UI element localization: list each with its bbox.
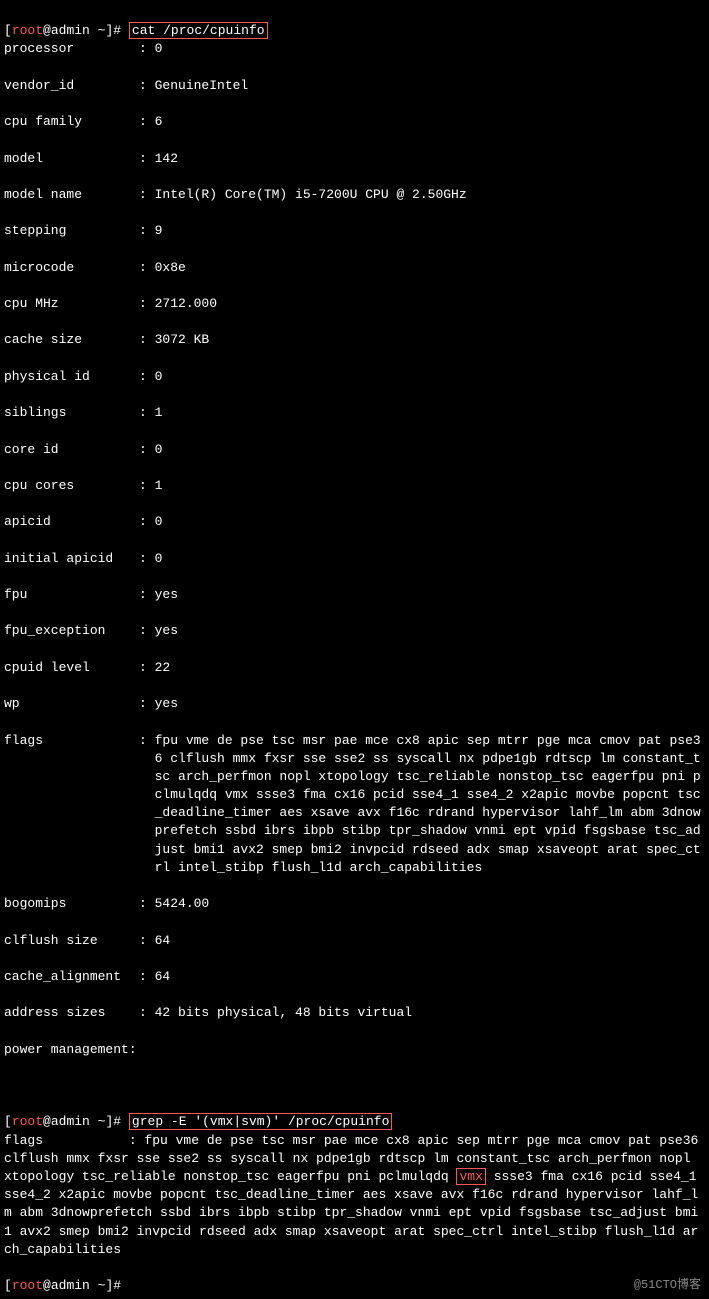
cpuinfo-row: bogomips: 5424.00 <box>4 895 705 913</box>
cpuinfo-row: initial apicid: 0 <box>4 550 705 568</box>
cpuinfo-row: wp: yes <box>4 695 705 713</box>
cpuinfo-row: flags: fpu vme de pse tsc msr pae mce cx… <box>4 732 705 878</box>
cpuinfo-row: apicid: 0 <box>4 513 705 531</box>
command-1: cat /proc/cpuinfo <box>132 23 265 38</box>
prompt-user: root <box>12 23 43 38</box>
cpuinfo-row: model name: Intel(R) Core(TM) i5-7200U C… <box>4 186 705 204</box>
command-1-highlight: cat /proc/cpuinfo <box>129 22 268 39</box>
grep-output-line: flags : fpu vme de pse tsc msr pae mce c… <box>4 1132 705 1259</box>
cpuinfo-row: cache_alignment: 64 <box>4 968 705 986</box>
cpuinfo-row: fpu: yes <box>4 586 705 604</box>
cpuinfo-row: microcode: 0x8e <box>4 259 705 277</box>
command-2: grep -E '(vmx|svm)' /proc/cpuinfo <box>132 1114 389 1129</box>
cpuinfo-row: model: 142 <box>4 150 705 168</box>
prompt-line-2: [root@admin ~]# grep -E '(vmx|svm)' /pro… <box>4 1113 392 1130</box>
prompt-line-3[interactable]: [root@admin ~]# <box>4 1278 129 1293</box>
cpuinfo-row: clflush size: 64 <box>4 932 705 950</box>
cpuinfo-row: power management: <box>4 1041 705 1059</box>
cpuinfo-row: vendor_id: GenuineIntel <box>4 77 705 95</box>
vmx-highlight: vmx <box>456 1168 485 1185</box>
command-2-highlight: grep -E '(vmx|svm)' /proc/cpuinfo <box>129 1113 392 1130</box>
cpuinfo-row: cpu MHz: 2712.000 <box>4 295 705 313</box>
cpuinfo-row: fpu_exception: yes <box>4 622 705 640</box>
cpuinfo-row: processor: 0 <box>4 40 705 58</box>
cpuinfo-row: cache size: 3072 KB <box>4 331 705 349</box>
terminal-output: [root@admin ~]# cat /proc/cpuinfo proces… <box>4 4 705 1295</box>
cpuinfo-row: address sizes: 42 bits physical, 48 bits… <box>4 1004 705 1022</box>
cpuinfo-row: cpu cores: 1 <box>4 477 705 495</box>
cpuinfo-row: physical id: 0 <box>4 368 705 386</box>
cpuinfo-row: siblings: 1 <box>4 404 705 422</box>
cpuinfo-row: stepping: 9 <box>4 222 705 240</box>
cpuinfo-row: cpuid level: 22 <box>4 659 705 677</box>
watermark: @51CTO博客 <box>634 1277 701 1294</box>
cpuinfo-row: cpu family: 6 <box>4 113 705 131</box>
prompt-line-1: [root@admin ~]# cat /proc/cpuinfo <box>4 22 268 39</box>
cpuinfo-row: core id: 0 <box>4 441 705 459</box>
